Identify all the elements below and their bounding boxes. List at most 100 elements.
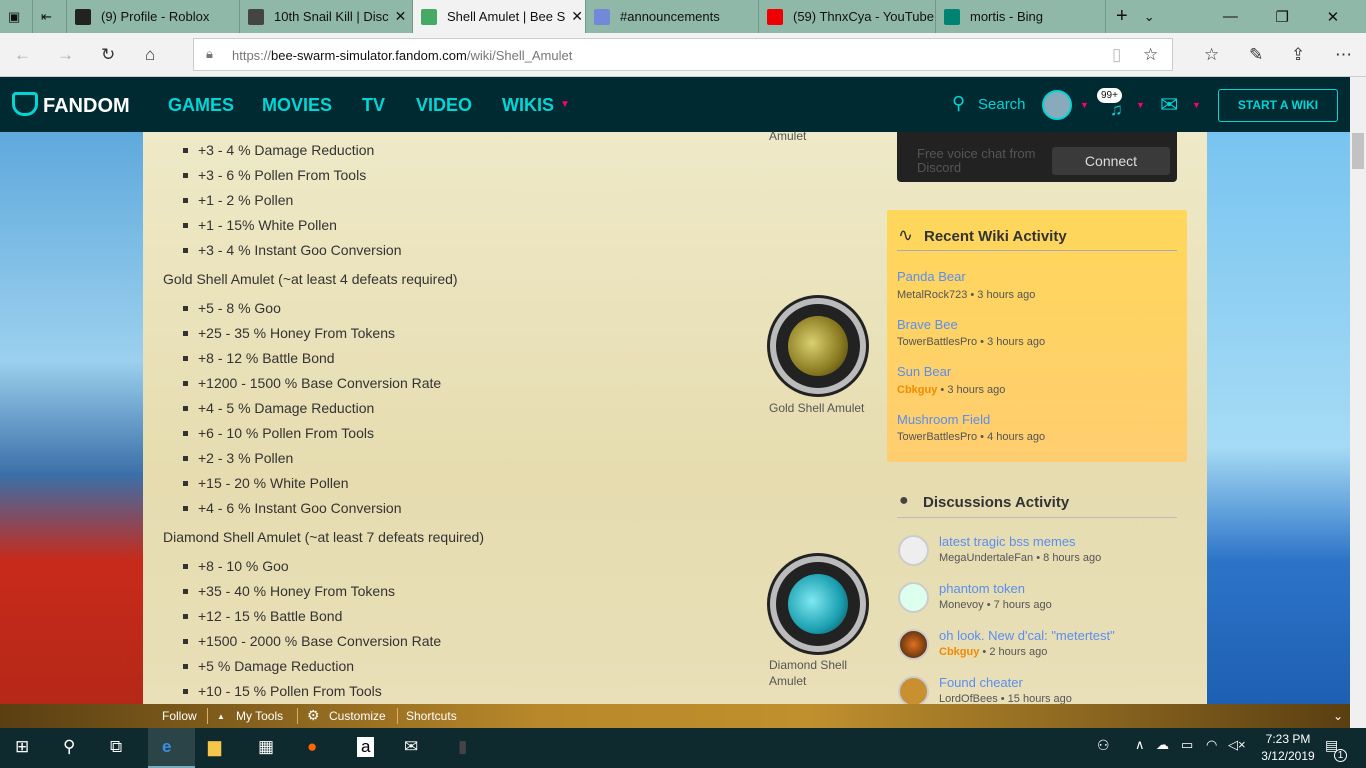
activity-user-link[interactable]: Cbkguy [897, 384, 937, 396]
close-window-icon[interactable]: ✕ [1327, 8, 1340, 26]
forward-icon[interactable]: → [57, 45, 74, 65]
clock-date[interactable]: 3/12/2019 [1258, 749, 1318, 763]
tab-roblox[interactable]: (9) Profile - Roblox [67, 0, 240, 33]
activity-user-link[interactable]: MetalRock723 [897, 289, 967, 301]
avatar[interactable] [898, 535, 929, 566]
fandom-logo[interactable]: FANDOM [43, 95, 130, 118]
onedrive-icon[interactable]: ☁ [1156, 737, 1169, 753]
close-tab-icon[interactable]: ✕ [389, 8, 407, 25]
shortcuts-button[interactable]: Shortcuts [406, 709, 457, 723]
favorites-icon[interactable]: ☆ [1204, 45, 1219, 65]
start-a-wiki-button[interactable]: START A WIKI [1218, 89, 1338, 122]
tab-bing[interactable]: mortis - Bing [936, 0, 1106, 33]
reading-view-icon[interactable]: ▯ [1112, 45, 1121, 65]
activity-user-link[interactable]: TowerBattlesPro [897, 431, 977, 443]
nav-wikis[interactable]: WIKIS [502, 95, 554, 116]
tab-title: #announcements [620, 9, 720, 24]
battery-icon[interactable]: ▭ [1181, 737, 1193, 753]
clock-time[interactable]: 7:23 PM [1258, 732, 1318, 746]
discussion-user-link[interactable]: LordOfBees [939, 693, 998, 704]
wifi-icon[interactable]: ◠ [1206, 737, 1217, 753]
share-icon[interactable]: ⇪ [1291, 45, 1305, 65]
discord-icon [594, 8, 610, 25]
diamond-shell-amulet-image[interactable] [770, 556, 866, 652]
follow-button[interactable]: Follow [162, 709, 197, 723]
windows-start-icon[interactable]: ⊞ [15, 737, 29, 757]
activity-page-link[interactable]: Brave Bee [897, 317, 958, 332]
search-icon[interactable]: ⚲ [952, 93, 965, 114]
list-item: +25 - 35 % Honey From Tokens [182, 325, 396, 341]
activity-page-link[interactable]: Panda Bear [897, 269, 966, 284]
store-icon[interactable]: ▦ [258, 737, 274, 757]
tab-discord[interactable]: #announcements [586, 0, 759, 33]
tab-list-icon[interactable]: ▣ [0, 0, 33, 33]
divider [897, 250, 1177, 251]
edge-taskbar-button[interactable]: e [148, 728, 195, 768]
notifications-dropdown-icon[interactable]: ▼ [1136, 100, 1145, 110]
minimize-icon[interactable]: — [1223, 8, 1238, 25]
favorite-star-icon[interactable]: ☆ [1143, 45, 1158, 65]
file-explorer-icon[interactable]: ▆ [208, 737, 221, 757]
window-controls[interactable]: — ❐ ✕ [1196, 0, 1366, 33]
avatar[interactable] [898, 582, 929, 613]
volume-muted-icon[interactable]: ◁× [1228, 737, 1246, 753]
avatar[interactable] [898, 629, 929, 660]
activity-page-link[interactable]: Mushroom Field [897, 412, 990, 427]
gold-shell-amulet-image[interactable] [770, 298, 866, 394]
task-view-icon[interactable]: ⧉ [110, 737, 122, 757]
discussion-link[interactable]: oh look. New d'cal: "metertest" [939, 628, 1115, 643]
notes-pen-icon[interactable]: ✎ [1249, 45, 1263, 65]
home-icon[interactable]: ⌂ [145, 45, 155, 65]
mail-icon[interactable]: ✉ [1160, 92, 1178, 118]
avatar[interactable] [898, 676, 929, 707]
discussion-link[interactable]: Found cheater [939, 675, 1023, 690]
collapse-toolbar-icon[interactable]: ⌄ [1333, 709, 1343, 723]
nav-tv[interactable]: TV [362, 95, 385, 116]
show-hidden-icons[interactable]: ∧ [1135, 737, 1145, 753]
close-tab-icon[interactable]: ✕ [565, 8, 583, 25]
url-domain: bee-swarm-simulator.fandom.com [271, 48, 467, 63]
activity-page-link[interactable]: Sun Bear [897, 364, 951, 379]
tab-shell-amulet[interactable]: Shell Amulet | Bee S ✕ [413, 0, 586, 33]
people-icon[interactable]: ⚇ [1097, 737, 1110, 754]
firefox-icon[interactable]: ● [307, 737, 317, 757]
notification-count: 1 [1334, 749, 1347, 762]
refresh-icon[interactable]: ↻ [101, 45, 115, 65]
back-icon[interactable]: ← [14, 45, 31, 65]
discord-connect-button[interactable]: Connect [1052, 147, 1170, 175]
my-tools-button[interactable]: My Tools [236, 709, 283, 723]
mouse-icon[interactable]: ▮ [458, 737, 467, 757]
search-link[interactable]: Search [978, 96, 1026, 113]
discord-text: Free voice chat from Discord [917, 146, 1036, 175]
scrollbar-thumb[interactable] [1352, 133, 1364, 169]
discussion-link[interactable]: phantom token [939, 581, 1025, 596]
discussion-user-link[interactable]: Monevoy [939, 599, 984, 611]
amazon-icon[interactable]: a [357, 737, 375, 757]
search-icon[interactable]: ⚲ [63, 737, 75, 757]
wikis-dropdown-icon[interactable]: ▼ [560, 99, 570, 110]
tab-preview-chevron-icon[interactable]: ⌄ [1136, 0, 1163, 33]
more-icon[interactable]: ⋯ [1335, 45, 1352, 65]
page-scrollbar[interactable] [1350, 77, 1366, 728]
avatar-dropdown-icon[interactable]: ▼ [1080, 100, 1089, 110]
bell-icon[interactable]: ♫ [1110, 100, 1123, 120]
discussion-user-link[interactable]: Cbkguy [939, 646, 979, 658]
nav-games[interactable]: GAMES [168, 95, 234, 116]
nav-movies[interactable]: MOVIES [262, 95, 332, 116]
mail-icon[interactable]: ✉ [404, 737, 418, 757]
activity-time: • 4 hours ago [980, 431, 1046, 443]
tab-snail-kill[interactable]: 10th Snail Kill | Disc ✕ [240, 0, 413, 33]
activity-user-link[interactable]: TowerBattlesPro [897, 336, 977, 348]
set-aside-tabs-icon[interactable]: ⇤ [33, 0, 67, 33]
new-tab-button[interactable]: + [1106, 0, 1136, 33]
nav-video[interactable]: VIDEO [416, 95, 472, 116]
roblox-icon [75, 8, 91, 25]
mail-dropdown-icon[interactable]: ▼ [1192, 100, 1201, 110]
tab-youtube[interactable]: (59) ThnxCya - YouTube [759, 0, 936, 33]
restore-icon[interactable]: ❐ [1275, 8, 1288, 26]
discussion-link[interactable]: latest tragic bss memes [939, 534, 1076, 549]
url-input[interactable]: https://bee-swarm-simulator.fandom.com/w… [193, 38, 1173, 71]
customize-button[interactable]: Customize [329, 709, 386, 723]
discussion-user-link[interactable]: MegaUndertaleFan [939, 552, 1033, 564]
user-avatar[interactable] [1042, 90, 1072, 120]
